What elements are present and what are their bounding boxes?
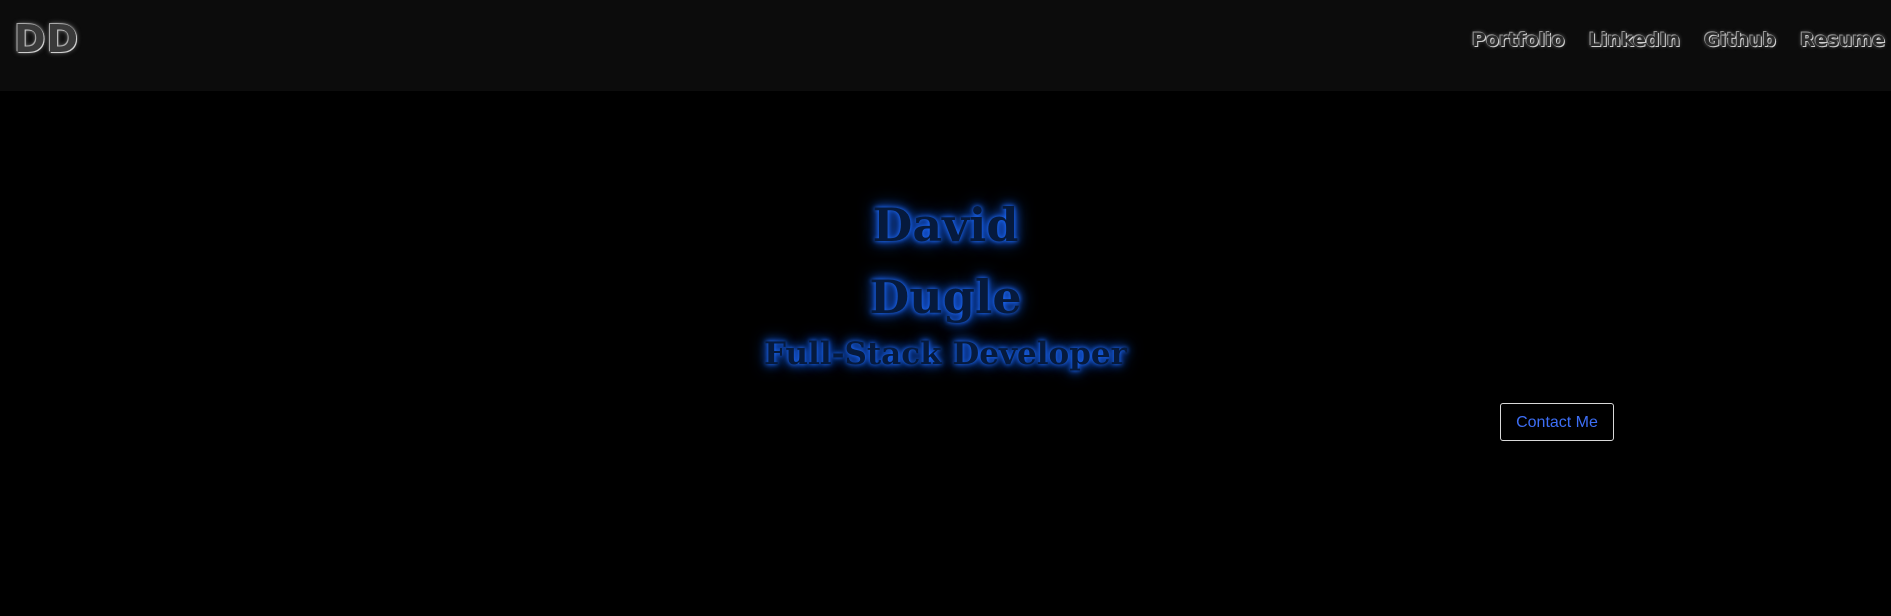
hero-section: David Dugle Full-Stack Developer Contact… <box>0 91 1891 616</box>
nav-link-linkedin[interactable]: LinkedIn <box>1589 27 1680 53</box>
nav-link-portfolio[interactable]: Portfolio <box>1472 27 1565 53</box>
nav-link-resume[interactable]: Resume <box>1800 27 1885 53</box>
navbar: DD Portfolio LinkedIn Github Resume <box>0 0 1891 91</box>
contact-me-button[interactable]: Contact Me <box>1500 403 1614 441</box>
nav-link-github[interactable]: Github <box>1704 27 1776 53</box>
nav-links: Portfolio LinkedIn Github Resume <box>1472 27 1885 53</box>
hero-job-title: Full-Stack Developer <box>764 336 1127 372</box>
logo[interactable]: DD <box>14 14 79 64</box>
hero-first-name: David <box>872 198 1019 252</box>
hero-last-name: Dugle <box>869 270 1022 324</box>
